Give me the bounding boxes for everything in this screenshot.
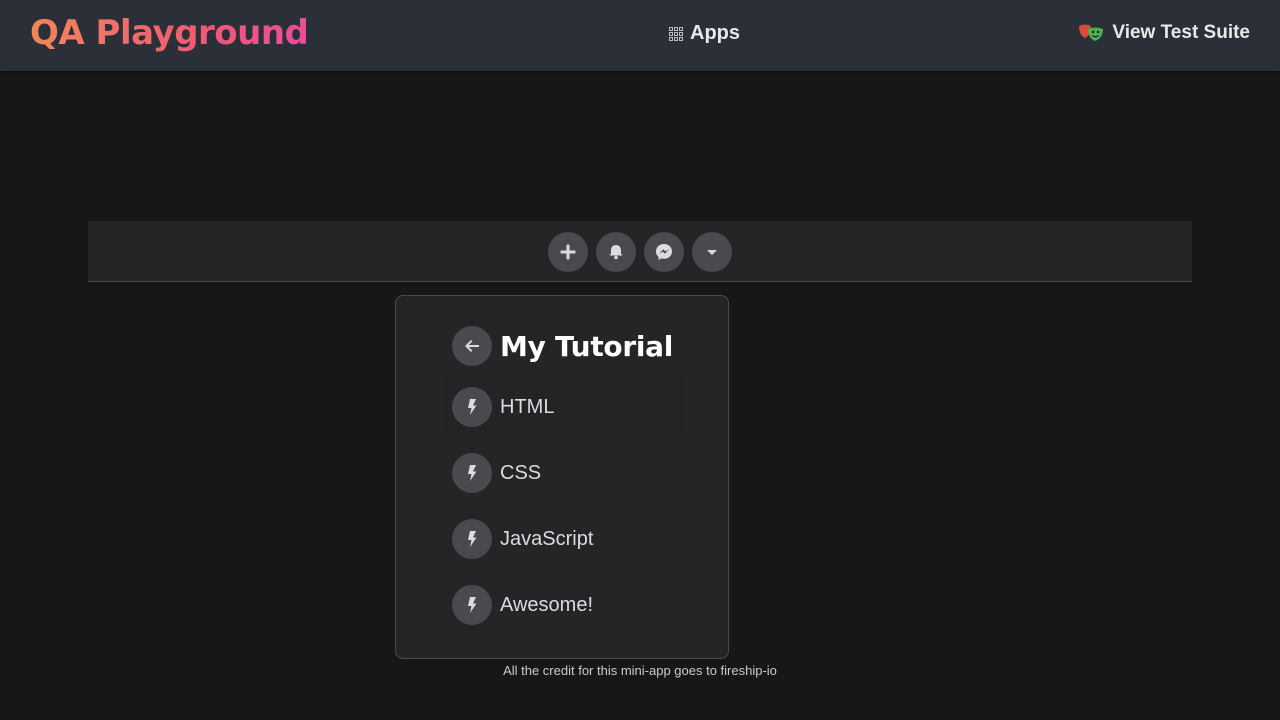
site-logo[interactable]: QA Playground [30,13,309,53]
apps-label: Apps [690,22,740,44]
view-test-suite-label: View Test Suite [1112,22,1250,43]
caret-down-icon [707,250,717,255]
dropdown-menu: My Tutorial HTML CSS JavaScript Awesome! [395,295,729,659]
plus-button[interactable] [548,232,588,272]
bolt-icon [468,597,477,613]
bolt-icon [468,399,477,415]
bell-icon [609,245,623,260]
apps-link[interactable]: Apps [669,22,740,45]
bolt-icon [468,531,477,547]
navbar [88,221,1192,282]
menu-item-awesome[interactable]: Awesome! [444,572,684,638]
view-test-suite-link[interactable]: View Test Suite [1078,22,1250,44]
top-header: QA Playground Apps View Test Suite [0,0,1280,71]
navbar-buttons [548,232,732,272]
menu-item-javascript[interactable]: JavaScript [444,506,684,572]
bolt-icon-button [452,519,492,559]
credit-text: All the credit for this mini-app goes to… [503,663,777,678]
bolt-icon-button [452,585,492,625]
tutorial-menu: My Tutorial HTML CSS JavaScript Awesome! [444,318,684,638]
menu-item-html[interactable]: HTML [444,374,684,440]
bell-button[interactable] [596,232,636,272]
back-button[interactable] [452,326,492,366]
menu-item-label: Awesome! [500,593,594,616]
plus-icon [560,244,576,260]
messenger-icon [656,244,672,260]
menu-item-css[interactable]: CSS [444,440,684,506]
bolt-icon-button [452,387,492,427]
messenger-button[interactable] [644,232,684,272]
menu-title: My Tutorial [500,329,674,363]
arrow-left-icon [465,340,479,352]
bolt-icon-button [452,453,492,493]
menu-item-label: CSS [500,461,542,484]
dropdown-toggle-button[interactable] [692,232,732,272]
menu-item-label: JavaScript [500,527,594,550]
theater-masks-icon [1079,24,1104,41]
grid-icon [669,26,683,41]
bolt-icon [468,465,477,481]
menu-item-label: HTML [500,395,555,418]
menu-header: My Tutorial [444,318,684,374]
